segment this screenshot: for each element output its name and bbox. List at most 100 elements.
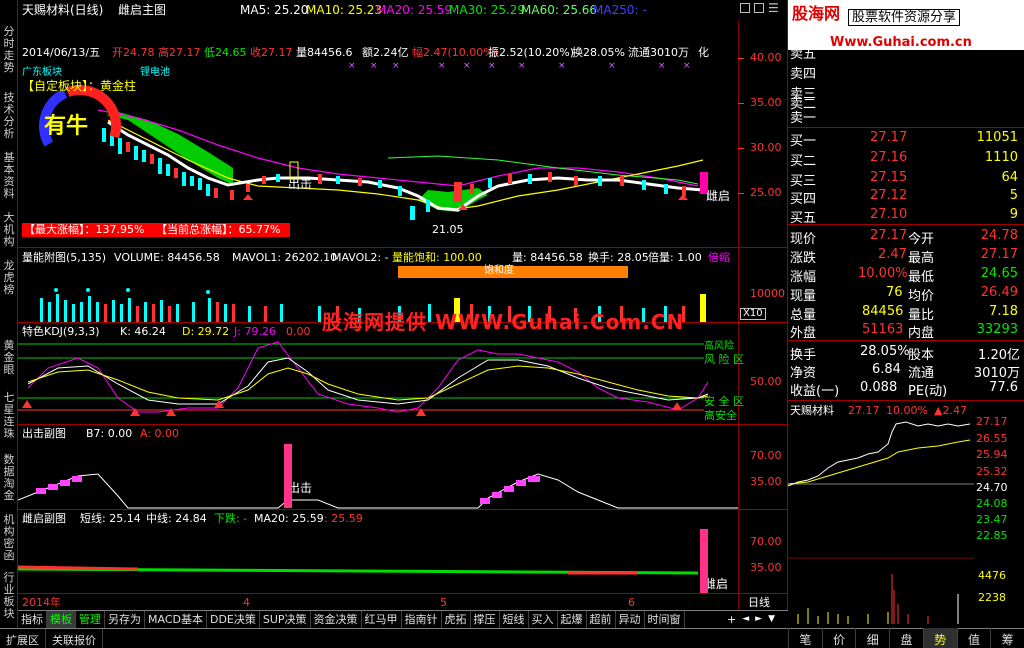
- tab-value[interactable]: 值: [956, 628, 991, 648]
- qi-short: 短线: 25.14: [80, 512, 141, 525]
- mini-chart-name: 天赐材料: [790, 404, 834, 417]
- mini-intraday-chart[interactable]: [788, 418, 974, 626]
- low-price-label: 21.05: [432, 223, 464, 236]
- qi-signal-label: 雌启: [706, 189, 731, 203]
- tab-related-quotes[interactable]: 关联报价: [46, 629, 103, 648]
- svg-text:×: ×: [370, 61, 378, 71]
- info-extra: 化: [698, 46, 709, 59]
- scroll-left-icon[interactable]: ◄: [739, 611, 752, 628]
- buy-row[interactable]: 买一 27.17 11051: [790, 130, 1024, 150]
- sidebar-item-fundamentals[interactable]: 基本资料: [0, 152, 18, 204]
- tab-save-as[interactable]: 另存为: [105, 611, 145, 628]
- svg-text:×: ×: [348, 61, 356, 71]
- svg-text:×: ×: [463, 61, 471, 71]
- chuji-pane-title: 出击副图: [22, 427, 66, 440]
- svg-text:×: ×: [683, 61, 691, 71]
- quote-row: 收益(一) 0.088 PE(动) 77.6: [790, 380, 1018, 399]
- kdj-chart: [18, 341, 709, 416]
- tab-extension-area[interactable]: 扩展区: [0, 629, 46, 648]
- chuji-chart: [18, 444, 738, 509]
- tab-support[interactable]: 撑压: [471, 611, 500, 628]
- tab-template[interactable]: 模板: [47, 611, 76, 628]
- mini-vol-tick: 4476: [978, 569, 1006, 582]
- kdj-k: K: 46.24: [120, 325, 166, 338]
- buy-row[interactable]: 买三 27.15 64: [790, 170, 1024, 190]
- tab-breakout[interactable]: 起爆: [558, 611, 587, 628]
- sidebar-item-seven-stars[interactable]: 七星连珠: [0, 392, 18, 440]
- sidebar-item-technical[interactable]: 技术分析: [0, 92, 18, 144]
- gauge-sub-label: 广东板块: [22, 67, 62, 78]
- quote-row: 现量 76 均价 26.49: [790, 285, 1018, 304]
- ma10-label: MA10: 25.23: [306, 3, 383, 17]
- mini-y-tick: 24.70: [976, 481, 1008, 494]
- mini-y-tick: 27.17: [976, 415, 1008, 428]
- svg-text:×: ×: [518, 61, 526, 71]
- sidebar-item-industry[interactable]: 行业板块: [0, 572, 18, 620]
- tab-board[interactable]: 盘: [889, 628, 923, 648]
- quote-row: 现价 27.17 今开 24.78: [790, 228, 1018, 247]
- info-open: 开24.78: [112, 46, 155, 59]
- buy-row[interactable]: 买四 27.12 5: [790, 188, 1024, 208]
- vol-scale-label[interactable]: X10: [740, 308, 766, 320]
- quote-row: 涨幅 10.00% 最低 24.65: [790, 266, 1018, 285]
- vol-shrink: 倍缩: [708, 251, 730, 264]
- indicator-tabs: 指标 模板 管理 另存为 MACD基本 DDE决策 SUP决策 资金决策 红马甲…: [18, 610, 770, 628]
- tab-short[interactable]: 短线: [500, 611, 529, 628]
- y-tick: 25.00: [750, 186, 782, 199]
- mini-y-tick: 25.32: [976, 465, 1008, 478]
- window-icon[interactable]: [754, 3, 764, 13]
- sidebar-item-data-gold[interactable]: 数据淘金: [0, 454, 18, 506]
- svg-text:×: ×: [558, 61, 566, 71]
- ma5-label: MA5: 25.20: [240, 3, 309, 17]
- tab-trend[interactable]: 势: [922, 628, 957, 648]
- tab-sup[interactable]: SUP决策: [260, 611, 311, 628]
- kdj-y-tick: 50.00: [750, 375, 782, 388]
- tab-abnormal[interactable]: 异动: [616, 611, 645, 628]
- tab-details[interactable]: 细: [855, 628, 889, 648]
- svg-text:×: ×: [392, 61, 400, 71]
- tab-macd[interactable]: MACD基本: [145, 611, 207, 628]
- tab-dde[interactable]: DDE决策: [207, 611, 260, 628]
- period-label[interactable]: 日线: [748, 597, 770, 608]
- tab-tiger[interactable]: 虎拓: [442, 611, 471, 628]
- tab-indicator[interactable]: 指标: [18, 611, 47, 628]
- sidebar-item-dragon-tiger[interactable]: 龙虎榜: [0, 260, 18, 320]
- info-high: 高27.17: [158, 46, 201, 59]
- kdj-extra: 0.00: [286, 325, 311, 338]
- sell2-label: 卖二: [790, 97, 817, 112]
- menu-icon[interactable]: ☰: [768, 2, 779, 14]
- ma20-label: MA20: 25.59: [376, 3, 453, 17]
- scroll-right-icon[interactable]: ►: [752, 611, 765, 628]
- tab-lead[interactable]: 超前: [587, 611, 616, 628]
- tab-buy[interactable]: 买入: [529, 611, 558, 628]
- tab-time-window[interactable]: 时间窗: [645, 611, 685, 628]
- tab-compass[interactable]: 指南针: [402, 611, 442, 628]
- svg-text:×: ×: [658, 61, 666, 71]
- tab-manage[interactable]: 管理: [76, 611, 105, 628]
- sidebar-item-inst-letter[interactable]: 机构密函: [0, 514, 18, 566]
- chart-template-name[interactable]: 雌启主图: [118, 4, 166, 16]
- tab-capital[interactable]: 资金决策: [311, 611, 362, 628]
- x-axis-label: 5: [440, 596, 447, 609]
- brand-slogan: 股票软件资源分享: [848, 9, 961, 26]
- brand-name: 股海网: [792, 4, 841, 23]
- svg-text:×: ×: [608, 61, 616, 71]
- right-panel-tabs: 笔 价 细 盘 势 值 筹: [788, 628, 1024, 648]
- tab-chips[interactable]: 筹: [990, 628, 1024, 648]
- sidebar-item-institutions[interactable]: 大机构: [0, 212, 18, 252]
- add-tab-icon[interactable]: +: [724, 611, 739, 628]
- window-title: 天赐材料(日线): [22, 3, 104, 17]
- sidebar-item-golden-eye[interactable]: 黄金眼: [0, 340, 18, 380]
- dropdown-icon[interactable]: ▼: [765, 611, 778, 628]
- sell5-label: 卖五: [790, 47, 817, 62]
- pane-separator: [18, 509, 788, 510]
- y-axis-divider: [738, 20, 739, 610]
- layout-icon[interactable]: [740, 3, 750, 13]
- sidebar-item-intraday[interactable]: 分时走势: [0, 26, 18, 78]
- x-axis-label: 2014年: [22, 596, 61, 609]
- qi-y-tick: 35.00: [750, 561, 782, 574]
- tab-red-vest[interactable]: 红马甲: [362, 611, 402, 628]
- tab-price[interactable]: 价: [821, 628, 856, 648]
- tab-trades[interactable]: 笔: [788, 628, 822, 648]
- buy-row[interactable]: 买二 27.16 1110: [790, 150, 1024, 170]
